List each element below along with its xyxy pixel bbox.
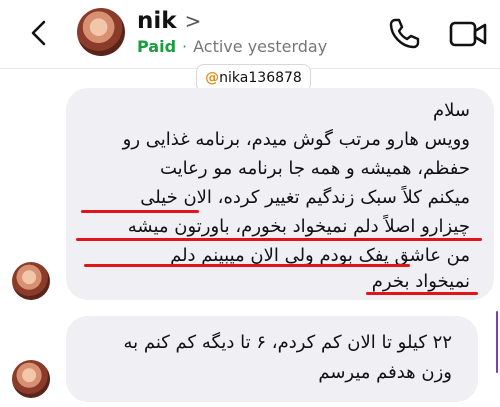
back-chevron-icon[interactable]	[24, 18, 54, 48]
activity-status: Active yesterday	[193, 36, 328, 56]
video-camera-icon[interactable]	[448, 15, 488, 53]
message-line: وزن هدفم میرسم	[318, 362, 452, 383]
message-line: وویس هارو مرتب گوش میدم، برنامه غذایی رو	[122, 129, 470, 150]
message-line: سلام	[433, 100, 470, 121]
chevron-right-icon: >	[184, 9, 202, 33]
contact-avatar[interactable]	[77, 8, 125, 56]
message-bubble[interactable]: سلام وویس هارو مرتب گوش میدم، برنامه غذا…	[66, 88, 494, 300]
username-text: nika136878	[219, 70, 302, 86]
highlight-underline	[81, 210, 199, 213]
message-line: میکنم کلاً سبک زندگیم تغییر کرده، الان خ…	[140, 187, 470, 208]
highlight-underline	[76, 238, 482, 241]
instagram-icon: @	[205, 70, 220, 86]
contact-status-row: Paid · Active yesterday	[137, 36, 327, 56]
paid-badge: Paid	[137, 36, 177, 56]
message-bubble[interactable]: ۲۲ کیلو تا الان کم کردم، ۶ تا دیگه کم کن…	[66, 316, 478, 402]
separator-dot: ·	[182, 36, 188, 56]
phone-icon[interactable]	[386, 16, 422, 52]
contact-name-row[interactable]: nik >	[137, 7, 201, 35]
message-line: ۲۲ کیلو تا الان کم کردم، ۶ تا دیگه کم کن…	[123, 332, 452, 353]
sender-avatar[interactable]	[12, 262, 50, 300]
message-line: حفظم، همیشه و همه جا برنامه مو رعایت	[160, 158, 470, 179]
contact-name[interactable]: nik	[137, 8, 177, 34]
message-line: چیزارو اصلاً دلم نمیخواد بخورم، باورتون …	[127, 216, 470, 237]
sender-avatar[interactable]	[12, 360, 50, 398]
scroll-indicator[interactable]	[496, 311, 498, 373]
highlight-underline	[84, 264, 410, 267]
chat-header: nik > Paid · Active yesterday	[0, 0, 500, 69]
highlight-underline	[366, 292, 478, 295]
